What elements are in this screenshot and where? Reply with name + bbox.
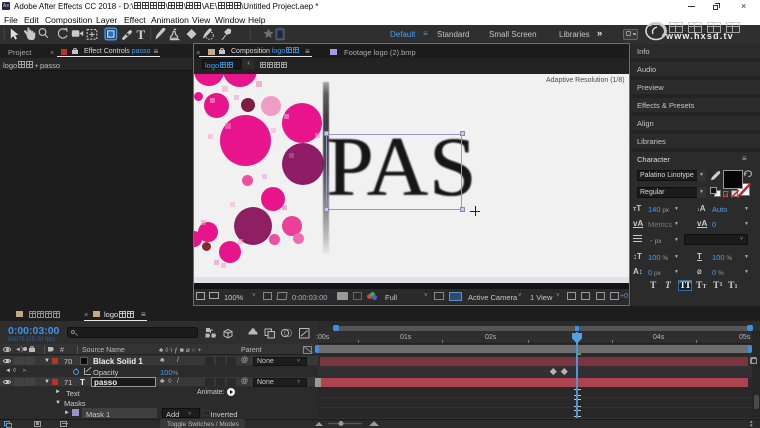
svg-text:T: T bbox=[137, 27, 146, 42]
